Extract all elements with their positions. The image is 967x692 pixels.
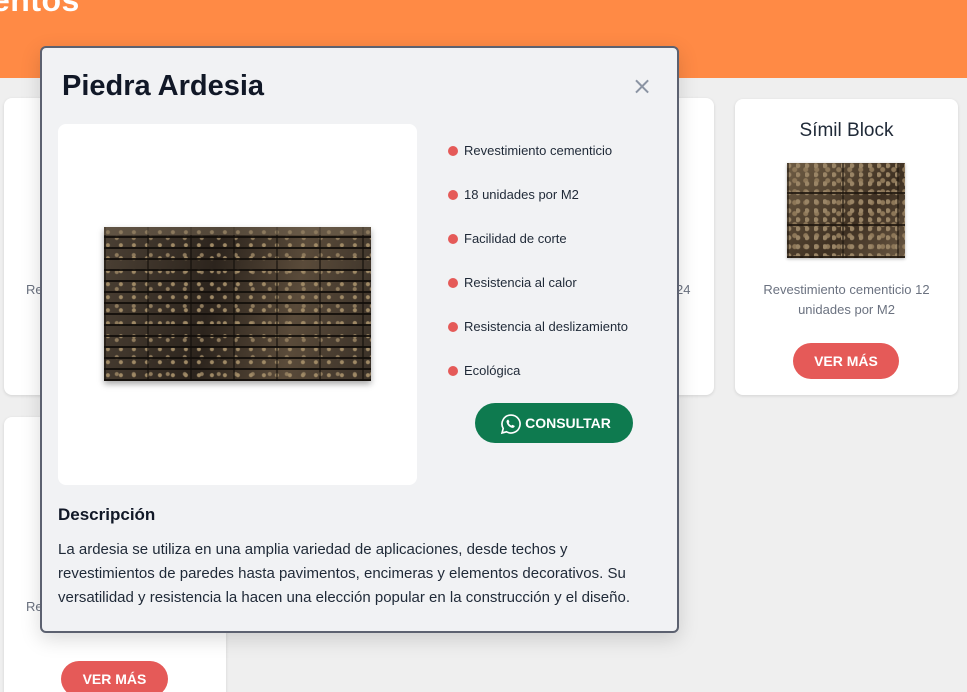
close-icon[interactable]: × bbox=[630, 74, 654, 98]
product-image-panel bbox=[58, 124, 417, 485]
feature-label: Revestimiento cementicio bbox=[464, 143, 613, 158]
feature-item: Ecológica bbox=[448, 361, 628, 405]
whatsapp-icon bbox=[500, 414, 521, 435]
bullet-dot-icon bbox=[448, 146, 458, 156]
feature-label: Resistencia al deslizamiento bbox=[464, 319, 629, 334]
banner-title: entos bbox=[0, 0, 80, 18]
ver-mas-button[interactable]: VER MÁS bbox=[793, 343, 899, 379]
card-description: Revestimiento cementicio 12 unidades por… bbox=[763, 282, 930, 317]
product-card-simil-block: Símil Block Revestimiento cementicio 12 … bbox=[735, 99, 958, 395]
feature-item: Facilidad de corte bbox=[448, 229, 628, 273]
feature-list: Revestimiento cementicio 18 unidades por… bbox=[448, 141, 628, 405]
consultar-button[interactable]: CONSULTAR bbox=[475, 403, 633, 443]
feature-label: 18 unidades por M2 bbox=[464, 187, 579, 202]
feature-label: Resistencia al calor bbox=[464, 275, 577, 290]
bullet-dot-icon bbox=[448, 366, 458, 376]
description-text: La ardesia se utiliza en una amplia vari… bbox=[58, 541, 630, 606]
feature-item: Resistencia al deslizamiento bbox=[448, 317, 628, 361]
bullet-dot-icon bbox=[448, 234, 458, 244]
feature-item: Revestimiento cementicio bbox=[448, 141, 628, 185]
consultar-label: CONSULTAR bbox=[525, 415, 611, 431]
bullet-dot-icon bbox=[448, 278, 458, 288]
feature-item: Resistencia al calor bbox=[448, 273, 628, 317]
product-thumbnail bbox=[787, 163, 905, 258]
product-modal: Piedra Ardesia × Revestimiento cementici… bbox=[40, 46, 679, 633]
modal-title: Piedra Ardesia bbox=[62, 70, 265, 102]
card-title: Símil Block bbox=[799, 120, 894, 141]
bullet-dot-icon bbox=[448, 190, 458, 200]
description-heading: Descripción bbox=[58, 505, 156, 524]
product-image bbox=[104, 227, 371, 381]
ver-mas-button[interactable]: VER MÁS bbox=[61, 661, 168, 692]
feature-item: 18 unidades por M2 bbox=[448, 185, 628, 229]
bullet-dot-icon bbox=[448, 322, 458, 332]
feature-label: Ecológica bbox=[464, 363, 521, 378]
feature-label: Facilidad de corte bbox=[464, 231, 567, 246]
